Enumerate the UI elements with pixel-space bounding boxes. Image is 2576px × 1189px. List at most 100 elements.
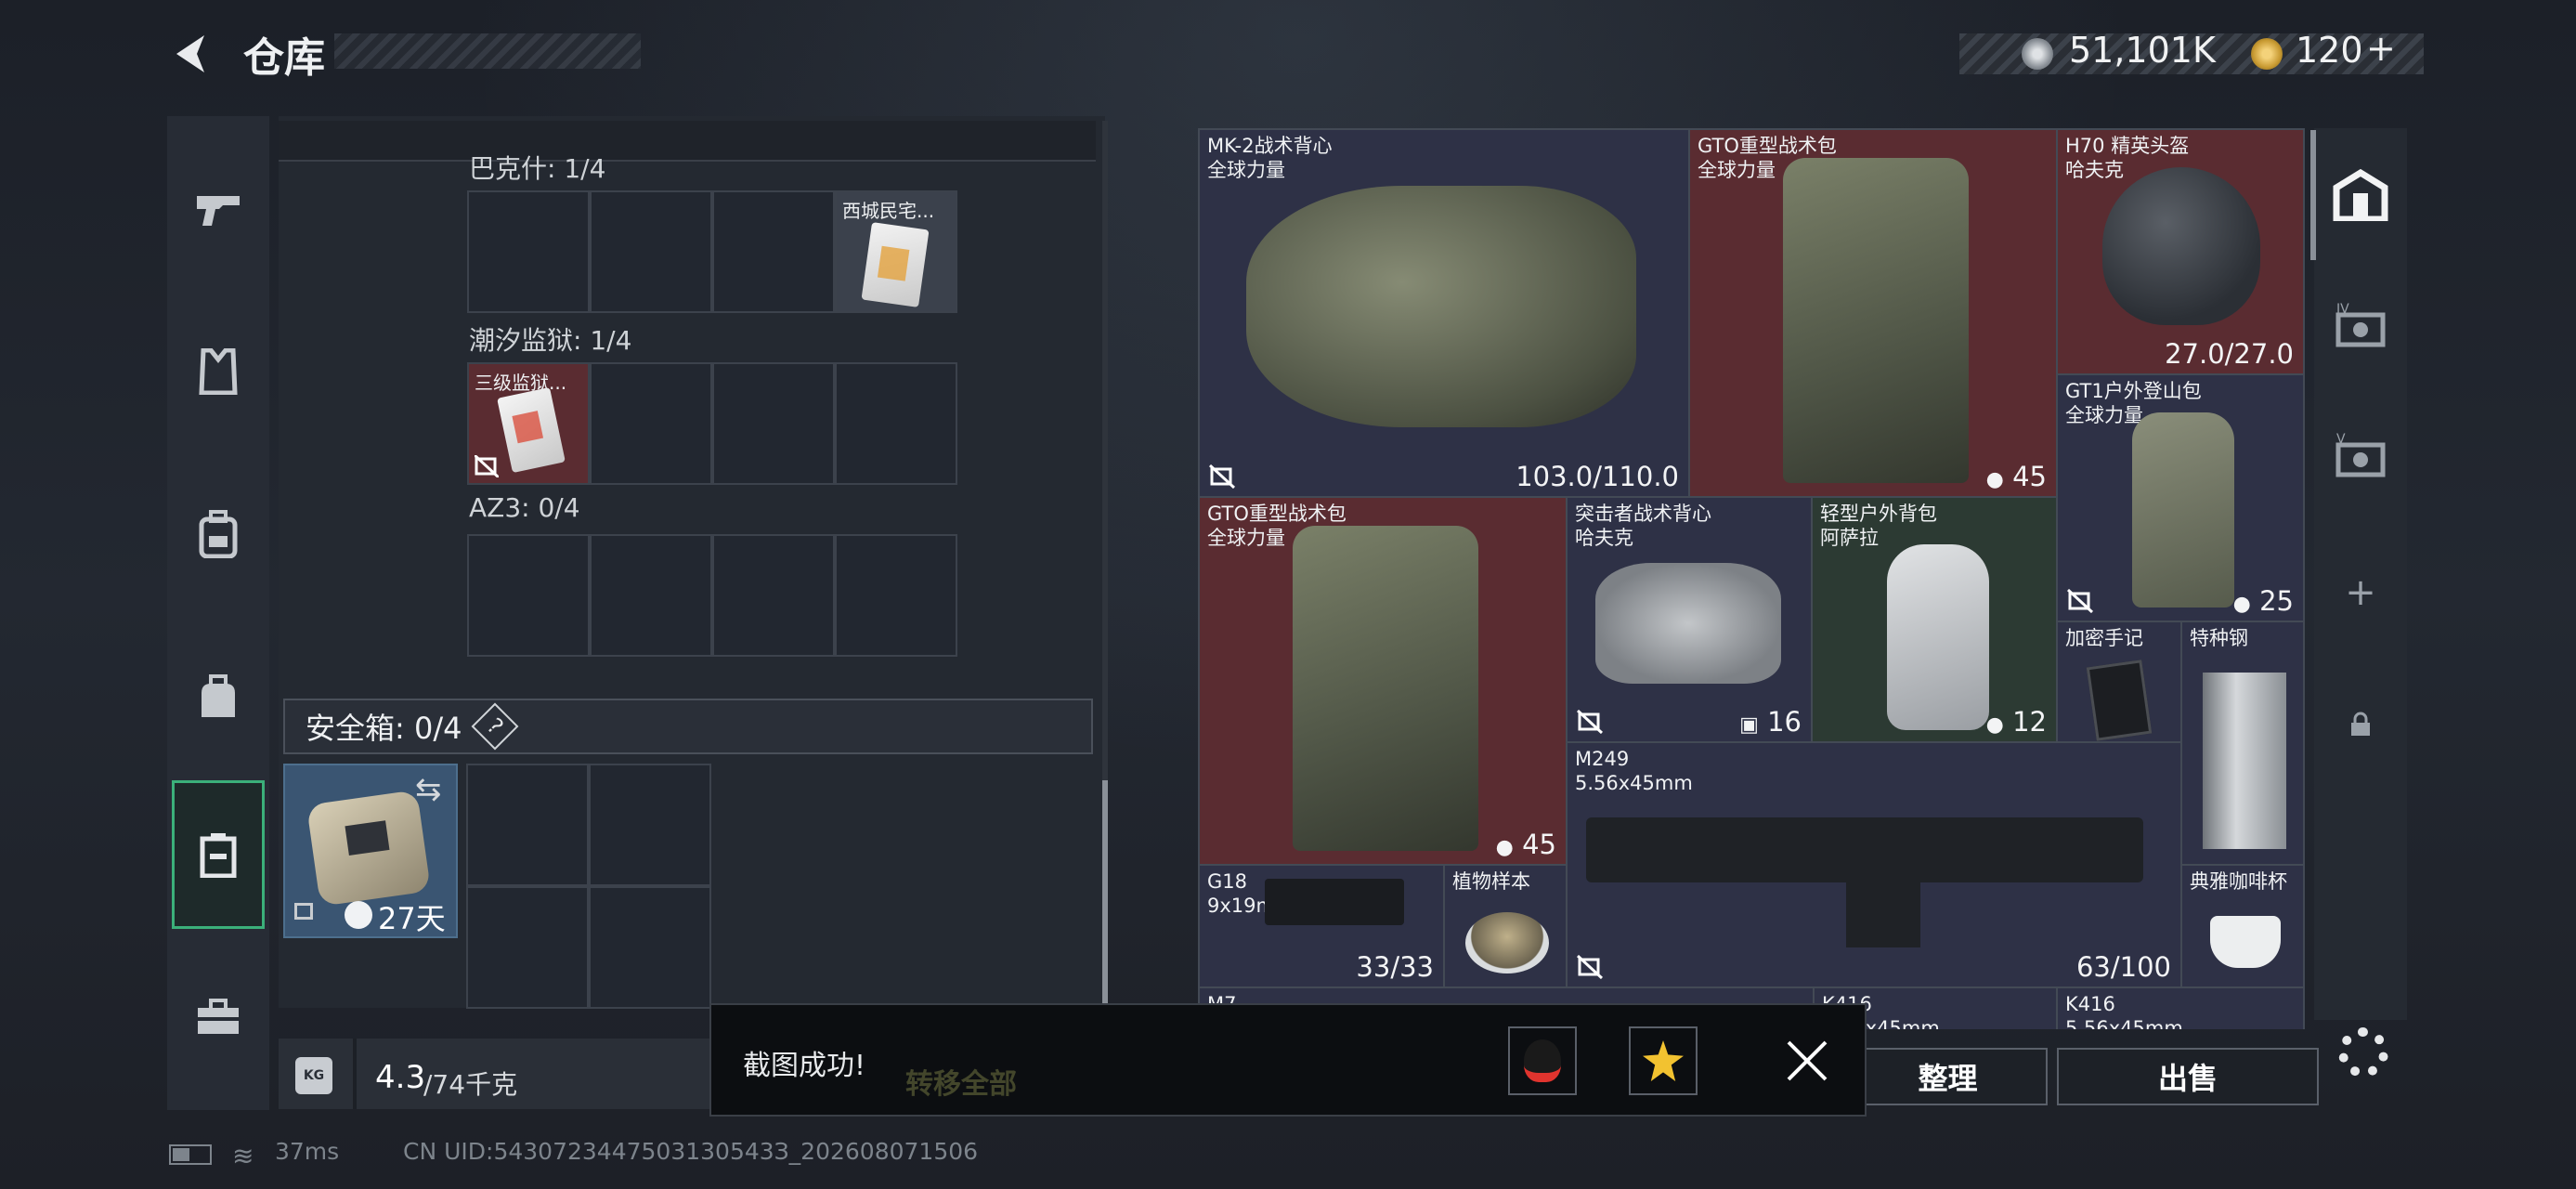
slot[interactable] <box>467 190 590 313</box>
item-light-backpack[interactable]: 轻型户外背包 阿萨拉 ● 12 <box>1811 496 2058 743</box>
item-plant-sample[interactable]: 植物样本 <box>1443 864 1568 988</box>
pistol-image <box>1265 879 1404 925</box>
item-coffee-cup[interactable]: 典雅咖啡杯 <box>2180 864 2305 988</box>
item-name: 西城民宅... <box>842 200 935 222</box>
vest-image <box>1246 186 1636 427</box>
safe-box-label: 安全箱: 0/4 <box>306 711 462 746</box>
settings-gear-icon[interactable] <box>2338 1027 2388 1078</box>
safe-box-grid <box>466 764 713 1011</box>
weight-max: /74千克 <box>423 1069 518 1100</box>
item-name: 植物样本 <box>1452 870 1530 893</box>
storage-grid: MK-2战术背心 全球力量 103.0/110.0 GTO重型战术包 全球力量 ● … <box>1198 128 2305 1029</box>
item-h70-helmet[interactable]: H70 精英头盔 哈夫克 27.0/27.0 <box>2056 128 2305 375</box>
item-gto-backpack-2[interactable]: GTO重型战术包 全球力量 ● 45 <box>1198 496 1568 866</box>
slot-row-bakeshi: 西城民宅... <box>467 190 957 313</box>
list-scrollbar-thumb[interactable] <box>1102 780 1108 1013</box>
title-decoration <box>334 33 641 69</box>
currency-add-icon[interactable]: + <box>2366 28 2396 69</box>
clock-icon <box>345 901 372 929</box>
slot[interactable] <box>590 190 712 313</box>
capacity: ● 25 <box>2232 585 2294 617</box>
slot[interactable] <box>590 534 712 657</box>
item-mk2-vest[interactable]: MK-2战术背心 全球力量 103.0/110.0 <box>1198 128 1690 498</box>
page-title: 仓库 <box>243 34 325 82</box>
item-gt1-backpack[interactable]: GT1户外登山包 全球力量 ● 25 <box>2056 373 2305 622</box>
slot[interactable] <box>712 534 835 657</box>
item-encrypted-notes[interactable]: 加密手记 <box>2056 621 2182 747</box>
help-icon[interactable]: ? <box>472 702 519 751</box>
item-m249[interactable]: M249 5.56x45mm 63/100 <box>1566 741 2182 988</box>
backpack-image <box>1887 544 1989 730</box>
slot[interactable] <box>589 886 711 1009</box>
slot[interactable] <box>835 534 957 657</box>
no-trade-icon <box>1577 955 1603 979</box>
vest-icon: ▣ <box>1739 713 1759 737</box>
slot[interactable] <box>466 886 589 1009</box>
slot[interactable] <box>712 190 835 313</box>
item-k416-2[interactable]: K416 5.56x45mm <box>2056 986 2305 1029</box>
bag-icon: ● <box>1985 713 2004 737</box>
weight-kg-icon: KG <box>295 1057 332 1094</box>
vest-image <box>1595 563 1781 684</box>
add-storage-icon[interactable]: + <box>2322 546 2400 639</box>
organize-button[interactable]: 整理 <box>1848 1048 2048 1105</box>
item-gto-backpack-1[interactable]: GTO重型战术包 全球力量 ● 45 <box>1688 128 2058 498</box>
item-assault-vest[interactable]: 突击者战术背心 哈夫克 ▣ 16 <box>1566 496 1813 743</box>
item-slot[interactable]: 三级监狱... <box>467 362 590 485</box>
nav-backpack-icon[interactable] <box>172 460 265 608</box>
warehouse-icon[interactable] <box>2322 149 2400 242</box>
weight-divider <box>353 1039 357 1109</box>
section-label-az3: AZ3: 0/4 <box>469 492 580 523</box>
keycard-image <box>497 386 566 474</box>
svg-text:V: V <box>2336 432 2346 447</box>
swap-icon[interactable]: ⇆ <box>415 771 442 808</box>
grid-scrollbar[interactable] <box>2310 130 2316 260</box>
no-trade-icon <box>1209 464 1235 489</box>
bag-icon: ● <box>1985 468 2004 491</box>
transfer-all-button[interactable]: 转移全部 <box>905 1061 1017 1102</box>
slot[interactable] <box>466 764 589 886</box>
close-toast-icon[interactable] <box>1785 1039 1829 1083</box>
helmet-image <box>2102 167 2260 325</box>
notebook-image <box>2086 660 2153 741</box>
item-g18[interactable]: G18 9x19mm 33/33 <box>1198 864 1445 988</box>
item-name: 加密手记 <box>2065 627 2143 649</box>
nav-toolbox-icon[interactable] <box>172 943 265 1091</box>
nav-weapon-icon[interactable] <box>172 135 265 283</box>
item-slot[interactable]: 西城民宅... <box>835 190 957 313</box>
nav-bag-icon[interactable] <box>172 622 265 771</box>
capacity: ● 45 <box>1985 461 2047 492</box>
weight-current: 4.3 <box>375 1059 426 1096</box>
coin-icon <box>2022 38 2053 70</box>
backpack-image <box>1783 158 1969 483</box>
premium-coin-icon <box>2251 38 2283 70</box>
slot[interactable] <box>589 764 711 886</box>
sell-button[interactable]: 出售 <box>2057 1048 2319 1105</box>
safe-box-item[interactable]: ⇆ 27天 <box>283 764 458 938</box>
rifle-stock <box>1846 873 1920 947</box>
svg-text:IV: IV <box>2336 302 2349 317</box>
toast-message: 截图成功! <box>743 1050 866 1082</box>
share-qq-icon[interactable] <box>1508 1026 1577 1095</box>
no-trade-icon <box>1577 710 1603 734</box>
lock-icon <box>294 903 313 920</box>
back-arrow-icon[interactable] <box>167 30 215 78</box>
share-qzone-icon[interactable] <box>1629 1026 1698 1095</box>
capacity: ● 45 <box>1495 829 1556 860</box>
item-special-steel[interactable]: 特种钢 <box>2180 621 2305 868</box>
storage-tier4-icon[interactable]: IV <box>2322 279 2400 372</box>
battery-icon <box>169 1144 212 1165</box>
slot[interactable] <box>835 362 957 485</box>
durability: 27.0/27.0 <box>2165 338 2294 370</box>
nav-armor-icon[interactable] <box>172 297 265 446</box>
slot[interactable] <box>590 362 712 485</box>
cup-image <box>2210 916 2281 968</box>
backpack-image <box>2132 412 2234 608</box>
storage-tier5-icon[interactable]: V <box>2322 409 2400 502</box>
nav-safe-box-icon[interactable] <box>172 780 265 929</box>
section-label-bakeshi: 巴克什: 1/4 <box>469 153 606 184</box>
slot[interactable] <box>467 534 590 657</box>
slot[interactable] <box>712 362 835 485</box>
currency-coins: 51,101K <box>2069 30 2216 71</box>
keycard-image <box>861 222 930 307</box>
